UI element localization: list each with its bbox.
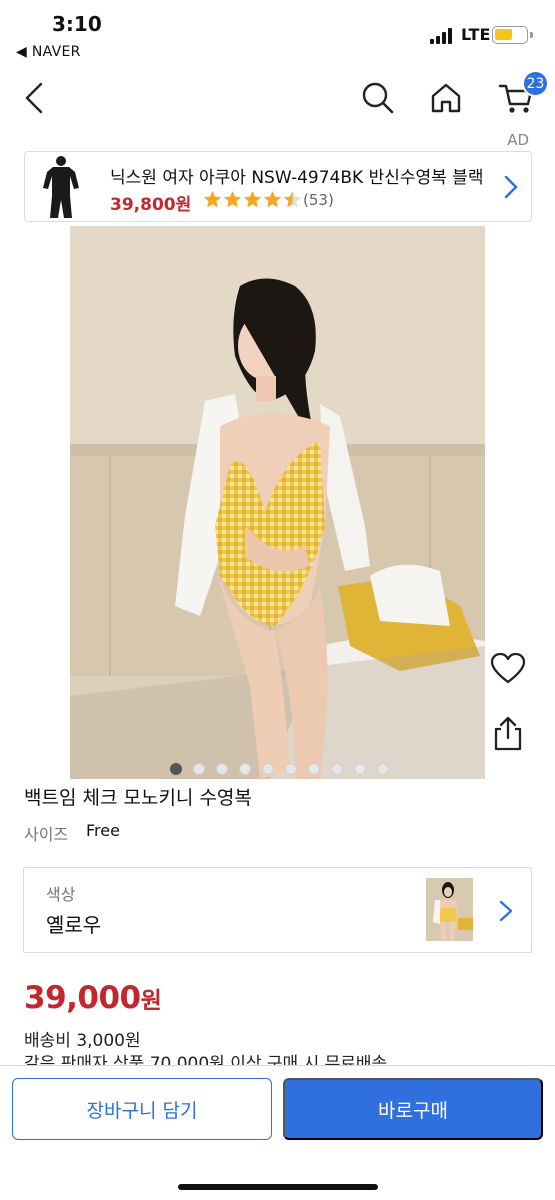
add-to-cart-button[interactable]: 장바구니 담기 bbox=[12, 1078, 272, 1140]
gallery-dot[interactable] bbox=[285, 763, 297, 775]
star-icon bbox=[263, 190, 282, 208]
ad-price: 39,800원 bbox=[110, 195, 192, 215]
battery-tip bbox=[530, 32, 533, 38]
bottom-action-bar: 장바구니 담기 바로구매 bbox=[0, 1065, 555, 1200]
gallery-dot[interactable] bbox=[262, 763, 274, 775]
heart-icon[interactable] bbox=[488, 649, 528, 689]
gallery-dot[interactable] bbox=[354, 763, 366, 775]
review-count: (53) bbox=[303, 191, 334, 209]
star-icon bbox=[223, 190, 242, 208]
product-photo-illustration bbox=[70, 226, 485, 779]
gallery-pagination bbox=[170, 763, 389, 775]
network-label: LTE bbox=[461, 25, 491, 44]
color-label: 색상 bbox=[46, 885, 76, 904]
ad-title: 닉스원 여자 아쿠아 NSW-4974BK 반신수영복 블랙 bbox=[110, 168, 484, 188]
price-number: 39,000 bbox=[24, 980, 141, 1016]
star-icon bbox=[203, 190, 222, 208]
nav-bar bbox=[0, 66, 555, 130]
gallery-dot[interactable] bbox=[170, 763, 182, 775]
cart-count-badge: 23 bbox=[522, 70, 549, 97]
cellular-signal-icon bbox=[430, 28, 456, 44]
free-shipping-note: 같은 판매자 상품 70,000원 이상 구매 시 무료배송 bbox=[24, 1054, 388, 1065]
battery-icon bbox=[492, 26, 528, 44]
product-price: 39,000원 bbox=[24, 980, 162, 1016]
rating-stars bbox=[203, 190, 302, 209]
color-option-selector[interactable]: 색상 옐로우 bbox=[23, 867, 532, 953]
gallery-dot[interactable] bbox=[377, 763, 389, 775]
ad-label: AD bbox=[507, 131, 529, 149]
gallery-dot[interactable] bbox=[193, 763, 205, 775]
gallery-dot[interactable] bbox=[308, 763, 320, 775]
ad-product-thumbnail bbox=[39, 154, 83, 220]
color-thumbnail bbox=[426, 878, 473, 941]
back-to-naver-link[interactable]: ◀ NAVER bbox=[16, 44, 81, 60]
home-indicator bbox=[178, 1184, 378, 1190]
size-label: 사이즈 bbox=[24, 825, 69, 844]
ad-banner[interactable]: 닉스원 여자 아쿠아 NSW-4974BK 반신수영복 블랙 39,800원 (… bbox=[24, 151, 532, 222]
status-time: 3:10 bbox=[52, 12, 102, 36]
size-value: Free bbox=[86, 821, 120, 840]
product-name: 백트임 체크 모노키니 수영복 bbox=[24, 787, 252, 809]
half-star-icon bbox=[283, 190, 302, 208]
status-bar: 3:10 ◀ NAVER LTE bbox=[0, 0, 555, 66]
star-icon bbox=[243, 190, 262, 208]
gallery-dot[interactable] bbox=[216, 763, 228, 775]
color-value: 옐로우 bbox=[46, 913, 102, 937]
home-icon[interactable] bbox=[424, 76, 468, 120]
chevron-right-icon bbox=[497, 899, 515, 923]
gallery-dot[interactable] bbox=[331, 763, 343, 775]
buy-now-button[interactable]: 바로구매 bbox=[283, 1078, 543, 1140]
shipping-fee: 배송비 3,000원 bbox=[24, 1031, 141, 1051]
back-arrow-icon[interactable] bbox=[12, 76, 56, 120]
search-icon[interactable] bbox=[356, 76, 400, 120]
product-image[interactable] bbox=[70, 226, 485, 779]
gallery-dot[interactable] bbox=[239, 763, 251, 775]
price-unit: 원 bbox=[140, 988, 162, 1014]
chevron-right-icon bbox=[501, 174, 521, 200]
share-icon[interactable] bbox=[488, 714, 528, 754]
